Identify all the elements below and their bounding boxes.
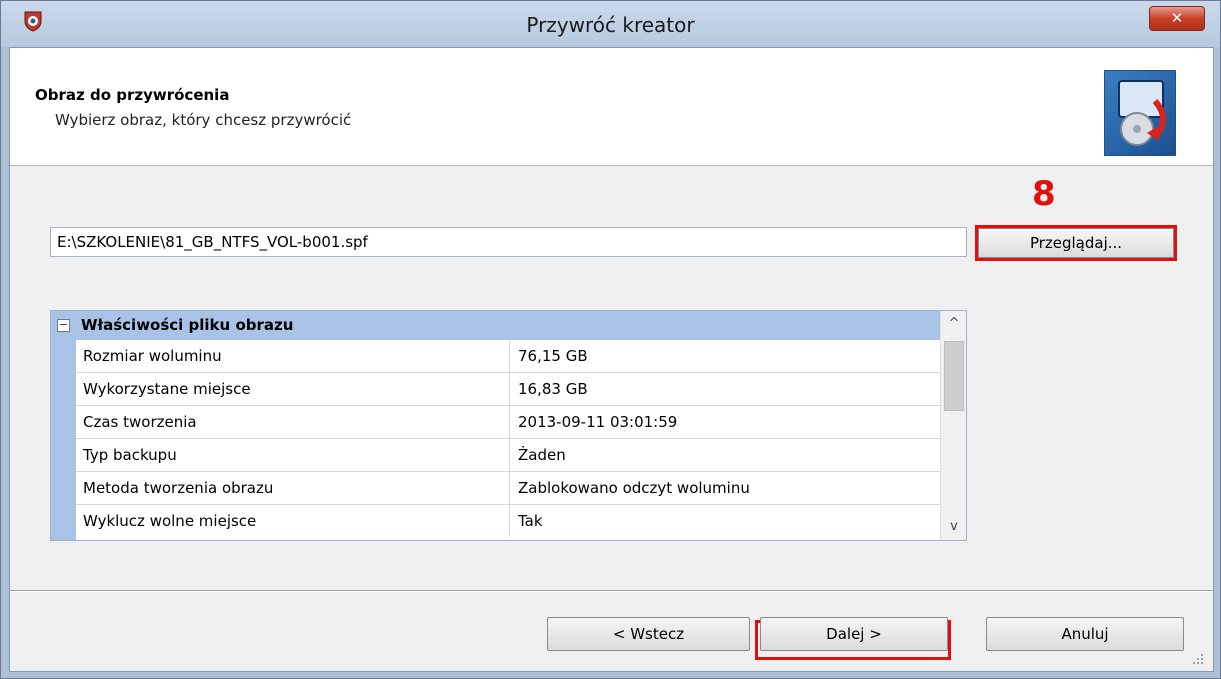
property-name: Czas tworzenia [76, 406, 510, 438]
close-icon: ✕ [1170, 9, 1184, 27]
property-value: Żaden [518, 446, 566, 464]
properties-section-header[interactable]: − Właściwości pliku obrazu [51, 311, 940, 340]
footer-divider [10, 590, 1213, 592]
table-row[interactable]: Wykorzystane miejsce 16,83 GB [76, 373, 940, 406]
next-button[interactable]: Dalej > [760, 617, 948, 651]
scroll-thumb[interactable] [944, 341, 964, 411]
cancel-button[interactable]: Anuluj [986, 617, 1184, 651]
wizard-client-area: Obraz do przywrócenia Wybierz obraz, któ… [9, 47, 1214, 672]
table-row[interactable]: Rozmiar woluminu 76,15 GB [76, 340, 940, 373]
property-name: Typ backupu [76, 439, 510, 471]
properties-section-title: Właściwości pliku obrazu [81, 316, 294, 334]
property-value: 2013-09-11 03:01:59 [518, 413, 678, 431]
property-value: Tak [518, 512, 543, 530]
property-name: Wykorzystane miejsce [76, 373, 510, 405]
property-name: Wyklucz wolne miejsce [76, 505, 510, 537]
table-row[interactable]: Wyklucz wolne miejsce Tak [76, 505, 940, 538]
wizard-window: Przywróć kreator ✕ Obraz do przywrócenia… [0, 0, 1221, 679]
property-value: 16,83 GB [518, 380, 588, 398]
title-bar[interactable]: Przywróć kreator ✕ [1, 1, 1220, 47]
scroll-up-icon[interactable]: ^ [941, 313, 967, 335]
table-row[interactable]: Metoda tworzenia obrazu Zablokowano odcz… [76, 472, 940, 505]
property-name: Rozmiar woluminu [76, 340, 510, 372]
resize-grip-icon[interactable] [1192, 653, 1204, 665]
image-path-field[interactable]: E:\SZKOLENIE\81_GB_NTFS_VOL-b001.spf [50, 227, 967, 257]
browse-button-highlight: Przeglądaj... [975, 225, 1177, 261]
back-button[interactable]: < Wstecz [547, 617, 750, 651]
page-subtitle: Wybierz obraz, który chcesz przywrócić [55, 111, 352, 129]
properties-grid: − Właściwości pliku obrazu Rozmiar wolum… [50, 310, 967, 541]
restore-logo-icon [1104, 70, 1176, 156]
table-row[interactable]: Typ backupu Żaden [76, 439, 940, 472]
property-value: 76,15 GB [518, 347, 588, 365]
wizard-header: Obraz do przywrócenia Wybierz obraz, któ… [10, 48, 1213, 166]
vertical-scrollbar[interactable]: ^ v [940, 311, 966, 540]
collapse-icon[interactable]: − [57, 319, 70, 332]
close-button[interactable]: ✕ [1149, 6, 1205, 31]
scroll-down-icon[interactable]: v [941, 516, 967, 538]
property-name: Metoda tworzenia obrazu [76, 472, 510, 504]
grid-gutter [51, 340, 76, 540]
table-row[interactable]: Czas tworzenia 2013-09-11 03:01:59 [76, 406, 940, 439]
window-title: Przywróć kreator [526, 13, 695, 37]
property-value: Zablokowano odczyt woluminu [518, 479, 750, 497]
page-title: Obraz do przywrócenia [35, 86, 230, 104]
step-annotation: 8 [1032, 174, 1056, 214]
browse-button[interactable]: Przeglądaj... [978, 228, 1174, 258]
